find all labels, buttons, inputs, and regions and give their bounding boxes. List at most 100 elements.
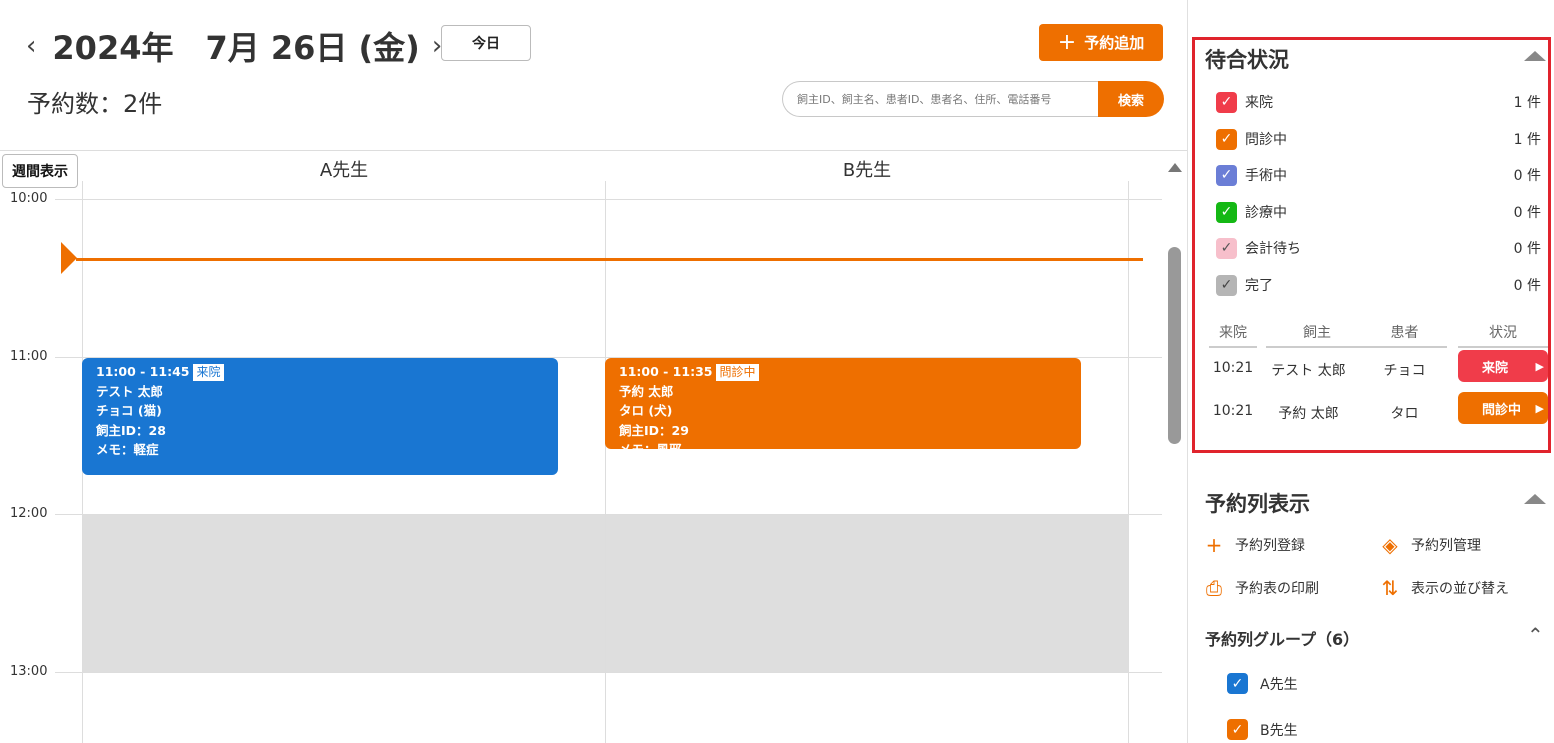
play-icon: ▶ [1535, 401, 1544, 415]
status-badge: 来院 [193, 364, 224, 381]
manage-column-label: 予約列管理 [1411, 538, 1481, 554]
patient-name: チョコ [1383, 363, 1426, 379]
check-icon[interactable]: ✓ [1216, 274, 1237, 296]
appointment-owner: テスト 太郎 [96, 383, 163, 399]
table-header-owner: 飼主 [1266, 322, 1368, 348]
chevron-up-icon[interactable]: ⌃ [1527, 623, 1544, 647]
check-icon[interactable]: ✓ [1216, 91, 1237, 113]
appointment-owner-id: 飼主ID：29 [619, 422, 689, 438]
scrollbar-thumb[interactable] [1168, 247, 1181, 444]
search-input[interactable] [782, 81, 1100, 117]
status-row[interactable]: ✓ 問診中 1 件 [1216, 128, 1541, 150]
status-count: 0 件 [1513, 205, 1541, 221]
appointment-time: 11:00 - 11:45 [96, 364, 190, 379]
date-navigation: ‹ 2024年 7月 26日 (金) › [26, 24, 442, 68]
status-label: 手術中 [1245, 168, 1287, 184]
status-label: 来院 [1245, 95, 1273, 111]
appointment-owner-id: 飼主ID：28 [96, 422, 166, 438]
hour-line [55, 672, 1162, 673]
date-title: 2024年 7月 26日 (金) [52, 29, 420, 67]
appointment-owner: 予約 太郎 [619, 383, 674, 399]
check-icon[interactable]: ✓ [1216, 128, 1237, 150]
table-header-arrival: 来院 [1209, 322, 1257, 348]
current-time-marker [61, 242, 77, 274]
appointment-memo: メモ：風邪 [619, 440, 1081, 449]
appointment-card[interactable]: 11:00 - 11:35問診中 予約 太郎 タロ (犬) 飼主ID：29 メモ… [605, 358, 1081, 449]
chevron-left-icon[interactable]: ‹ [26, 33, 36, 59]
status-label: 診療中 [1245, 205, 1287, 221]
status-count: 0 件 [1513, 241, 1541, 257]
column-header-a: A先生 [319, 160, 369, 181]
group-title: 予約列グループ（6） [1205, 630, 1360, 649]
group-item[interactable]: ✓ A先生 [1227, 673, 1298, 694]
print-schedule-link[interactable]: ⎙ 予約表の印刷 [1203, 578, 1319, 598]
status-count: 1 件 [1513, 132, 1541, 148]
arrival-time: 10:21 [1212, 360, 1254, 376]
check-icon[interactable]: ✓ [1216, 237, 1237, 259]
status-button[interactable]: 来院 ▶ [1458, 350, 1548, 382]
add-appointment-button[interactable]: + 予約追加 [1039, 24, 1163, 61]
time-label: 13:00 [10, 664, 48, 679]
columns-panel-title: 予約列表示 [1205, 492, 1310, 516]
appointment-memo: メモ：軽症 [96, 442, 159, 458]
search-button[interactable]: 検索 [1098, 81, 1164, 117]
scroll-up-arrow[interactable] [1168, 163, 1182, 172]
status-label: 問診中 [1245, 132, 1287, 148]
status-button-label: 問診中 [1482, 402, 1522, 418]
plus-icon: + [1057, 29, 1077, 55]
group-item-label: B先生 [1260, 722, 1298, 739]
hour-line [55, 199, 1162, 200]
check-icon[interactable]: ✓ [1216, 164, 1237, 186]
table-header-patient: 患者 [1362, 322, 1447, 348]
owner-name: テスト 太郎 [1271, 363, 1346, 379]
waiting-status-title: 待合状況 [1205, 48, 1289, 72]
status-row[interactable]: ✓ 会計待ち 0 件 [1216, 237, 1541, 259]
reorder-link[interactable]: ⇅ 表示の並び替え [1379, 578, 1509, 598]
arrival-time: 10:21 [1212, 403, 1254, 419]
status-row[interactable]: ✓ 手術中 0 件 [1216, 164, 1541, 186]
status-row[interactable]: ✓ 来院 1 件 [1216, 91, 1541, 113]
appointment-count: 予約数：2件 [27, 90, 163, 118]
status-button-label: 来院 [1482, 360, 1509, 376]
check-icon[interactable]: ✓ [1227, 673, 1248, 694]
time-label: 11:00 [10, 349, 48, 364]
status-label: 完了 [1245, 278, 1273, 294]
plus-icon: + [1205, 533, 1223, 557]
week-view-button[interactable]: 週間表示 [2, 154, 78, 188]
sort-icon: ⇅ [1381, 576, 1399, 600]
printer-icon: ⎙ [1206, 576, 1222, 600]
status-row[interactable]: ✓ 診療中 0 件 [1216, 201, 1541, 223]
time-label: 10:00 [10, 191, 48, 206]
collapse-icon[interactable] [1524, 494, 1546, 504]
print-schedule-label: 予約表の印刷 [1235, 581, 1319, 597]
appointment-card[interactable]: 11:00 - 11:45 来院 テスト 太郎 チョコ (猫) 飼主ID：28 メ… [82, 358, 558, 475]
status-count: 1 件 [1513, 95, 1541, 111]
check-icon[interactable]: ✓ [1227, 719, 1248, 740]
check-icon[interactable]: ✓ [1216, 201, 1237, 223]
appointment-patient: チョコ (猫) [96, 403, 162, 419]
current-time-line [76, 258, 1143, 261]
manage-column-link[interactable]: ◈ 予約列管理 [1379, 535, 1481, 555]
column-header-b: B先生 [842, 160, 892, 181]
column-divider [1128, 181, 1129, 743]
column-divider [605, 181, 606, 743]
register-column-label: 予約列登録 [1235, 538, 1305, 554]
register-column-link[interactable]: + 予約列登録 [1203, 535, 1305, 555]
owner-name: 予約 太郎 [1278, 406, 1339, 422]
group-item-label: A先生 [1260, 676, 1298, 693]
add-appointment-label: 予約追加 [1084, 34, 1145, 52]
group-item[interactable]: ✓ B先生 [1227, 719, 1298, 740]
appointment-time: 11:00 - 11:35 [619, 364, 713, 379]
status-badge: 問診中 [716, 364, 759, 381]
status-row[interactable]: ✓ 完了 0 件 [1216, 274, 1541, 296]
status-count: 0 件 [1513, 168, 1541, 184]
side-panel: 待合状況 ✓ 来院 1 件 ✓ 問診中 1 件 ✓ 手術中 0 件 ✓ 診療中 … [1187, 0, 1554, 743]
status-count: 0 件 [1513, 278, 1541, 294]
calendar-grid: 週間表示 A先生 B先生 10:00 11:00 12:00 13:00 11:… [0, 150, 1187, 743]
today-button[interactable]: 今日 [441, 25, 531, 61]
collapse-icon[interactable] [1524, 51, 1546, 61]
status-button[interactable]: 問診中 ▶ [1458, 392, 1548, 424]
time-label: 12:00 [10, 506, 48, 521]
reorder-label: 表示の並び替え [1411, 581, 1509, 597]
appointment-patient: タロ (犬) [619, 403, 673, 419]
